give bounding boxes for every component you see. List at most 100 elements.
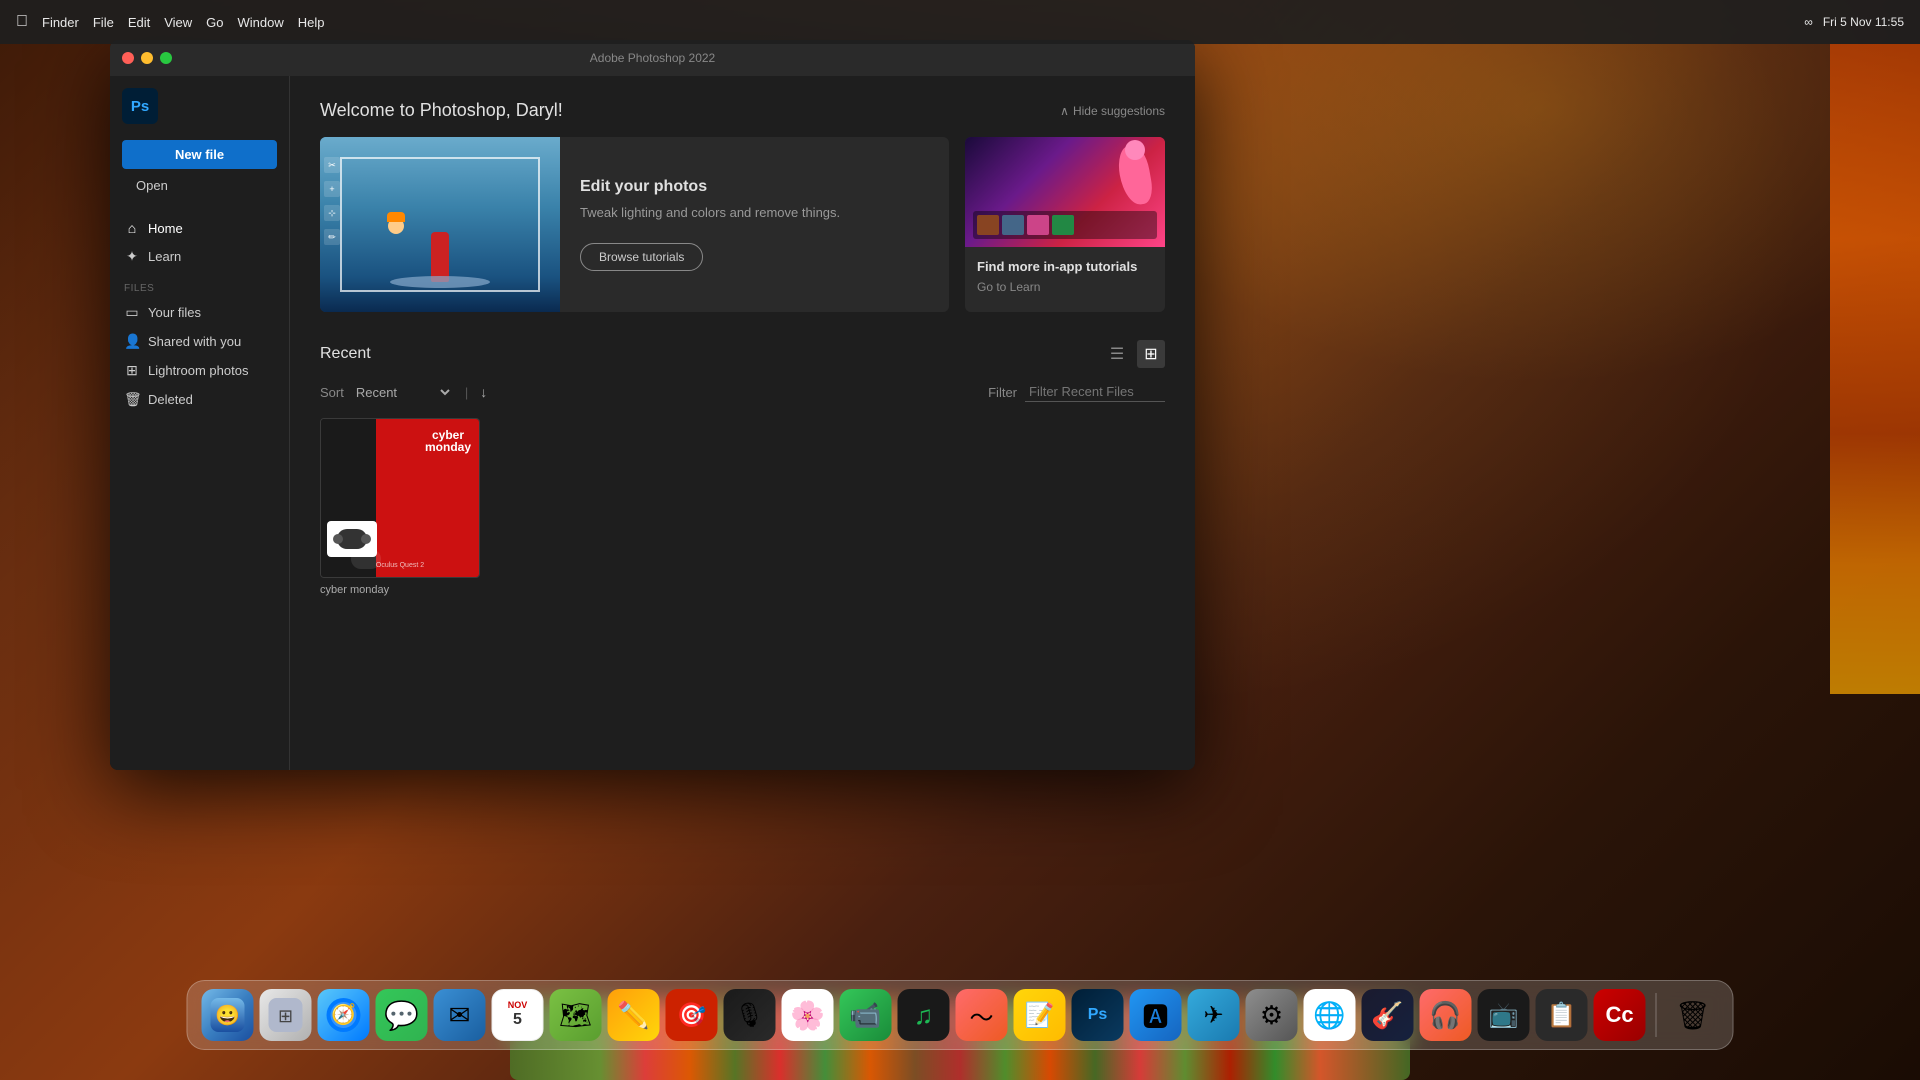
minimize-button[interactable] (141, 52, 153, 64)
sort-direction-button[interactable]: ↓ (480, 384, 487, 400)
dock-freeform[interactable]: ✏️ (608, 989, 660, 1041)
dock-photos[interactable]: 🌸 (782, 989, 834, 1041)
dock-tuner[interactable]: 🎙 (724, 989, 776, 1041)
facetime-icon: 📹 (849, 1000, 881, 1031)
lightroom-icon: ⊞ (124, 362, 140, 379)
wifi-icon: ∞ (1804, 15, 1813, 29)
filter-input[interactable] (1025, 382, 1165, 402)
sidebar-item-your-files[interactable]: ▭ Your files (110, 298, 289, 327)
menubar-help[interactable]: Help (298, 15, 325, 30)
freeform-icon: ✏️ (617, 1000, 649, 1031)
clipboard-icon: 📋 (1547, 1001, 1577, 1030)
dock-appstore[interactable]: 🅰 (1130, 989, 1182, 1041)
menubar-window[interactable]: Window (238, 15, 284, 30)
maximize-button[interactable] (160, 52, 172, 64)
dock-maps[interactable]: 🗺 (550, 989, 602, 1041)
tutorials-card-image (965, 137, 1165, 247)
tutorials-card[interactable]: Find more in-app tutorials Go to Learn (965, 137, 1165, 312)
dock-trash[interactable]: 🗑 (1667, 989, 1719, 1041)
dock-launchpad[interactable]: ⊞ (260, 989, 312, 1041)
close-button[interactable] (122, 52, 134, 64)
sort-bar: Sort Recent Name Date Modified | ↓ Filte… (320, 382, 1165, 402)
macos-menubar:  Finder File Edit View Go Window Help ∞… (0, 0, 1920, 44)
tool-icons: ✂ + ⊹ ✏ (324, 157, 340, 245)
menubar-right: ∞ Fri 5 Nov 11:55 (1804, 15, 1904, 29)
dock-capo[interactable]: 〜 (956, 989, 1008, 1041)
sort-select[interactable]: Recent Name Date Modified (352, 384, 453, 401)
recent-header: Recent ☰ ⊞ (320, 340, 1165, 368)
dock-photoshop[interactable]: Ps (1072, 989, 1124, 1041)
dock-headphone-app[interactable]: 🎧 (1420, 989, 1472, 1041)
dock-creative-cloud[interactable]: Cc (1594, 989, 1646, 1041)
dock-clipboard[interactable]: 📋 (1536, 989, 1588, 1041)
shared-icon: 👤 (124, 333, 140, 350)
sidebar-item-home[interactable]: ⌂ Home (110, 214, 289, 242)
menubar-go[interactable]: Go (206, 15, 223, 30)
card-text: Edit your photos Tweak lighting and colo… (560, 137, 860, 312)
mail-icon: ✉ (449, 1000, 471, 1031)
notes-icon: 📝 (1025, 1001, 1055, 1030)
filter-area: Filter (988, 382, 1165, 402)
home-icon: ⌂ (124, 220, 140, 236)
dock-mail[interactable]: ✉ (434, 989, 486, 1041)
dock-safari[interactable]: 🧭 (318, 989, 370, 1041)
view-toggle: ☰ ⊞ (1103, 340, 1165, 368)
launchpad-icon: ⊞ (269, 998, 303, 1032)
dock-finder[interactable]: 😀 (202, 989, 254, 1041)
go-to-learn-link[interactable]: Go to Learn (977, 280, 1153, 294)
sidebar-item-shared[interactable]: 👤 Shared with you (110, 327, 289, 356)
photos-icon: 🌸 (790, 999, 825, 1032)
dock-messages[interactable]: 💬 (376, 989, 428, 1041)
dock-chrome[interactable]: 🌐 (1304, 989, 1356, 1041)
dock-testflight[interactable]: ✈ (1188, 989, 1240, 1041)
card-desc: Tweak lighting and colors and remove thi… (580, 204, 840, 222)
welcome-header: Welcome to Photoshop, Daryl! ∧ Hide sugg… (320, 100, 1165, 121)
dock-red-icon[interactable]: 🎯 (666, 989, 718, 1041)
screen-record-icon: 📺 (1489, 1001, 1519, 1030)
recent-title: Recent (320, 345, 371, 363)
left-lens (333, 534, 343, 544)
menubar-view[interactable]: View (164, 15, 192, 30)
dock-spotify[interactable]: ♫ (898, 989, 950, 1041)
dock-facetime[interactable]: 📹 (840, 989, 892, 1041)
photoshop-window: Adobe Photoshop 2022 Ps New file Open ⌂ … (110, 40, 1195, 770)
sidebar-item-deleted[interactable]: 🗑 Deleted (110, 385, 289, 414)
menubar-finder[interactable]: Finder (42, 15, 79, 30)
chrome-icon: 🌐 (1313, 1000, 1345, 1031)
list-item[interactable]: cyber monday Oculus Quest 2 (320, 418, 480, 596)
svg-text:⊞: ⊞ (278, 1006, 293, 1026)
person-body (431, 232, 449, 282)
ps-logo: Ps (122, 88, 158, 124)
tool-icon-3: ⊹ (324, 205, 340, 221)
creative-cloud-icon: Cc (1605, 1002, 1633, 1028)
calendar-icon: NOV5 (508, 1001, 528, 1028)
learn-icon: ✦ (124, 248, 140, 265)
list-view-button[interactable]: ☰ (1103, 340, 1131, 368)
dock-garageband[interactable]: 🎸 (1362, 989, 1414, 1041)
thumb-3 (1027, 215, 1049, 235)
dock-calendar[interactable]: NOV5 (492, 989, 544, 1041)
svg-text:🧭: 🧭 (331, 1002, 356, 1026)
right-lens (361, 534, 371, 544)
new-file-button[interactable]: New file (122, 140, 277, 169)
filter-label: Filter (988, 385, 1017, 400)
open-button[interactable]: Open (122, 173, 277, 198)
grid-view-button[interactable]: ⊞ (1137, 340, 1165, 368)
ps-dock-icon: Ps (1088, 1006, 1108, 1024)
cyber-monday-text: cyber monday (425, 429, 471, 453)
menubar-edit[interactable]: Edit (128, 15, 150, 30)
edit-photos-card[interactable]: ✂ + ⊹ ✏ Edit your photos Tweak lighting … (320, 137, 949, 312)
menubar-file[interactable]: File (93, 15, 114, 30)
dock-notes[interactable]: 📝 (1014, 989, 1066, 1041)
flamingo-head (1125, 140, 1145, 160)
apple-menu[interactable]:  (16, 13, 28, 31)
sidebar-item-learn[interactable]: ✦ Learn (110, 242, 289, 271)
sidebar-item-lightroom[interactable]: ⊞ Lightroom photos (110, 356, 289, 385)
thumbnail-strip (973, 211, 1157, 239)
tool-icon-2: + (324, 181, 340, 197)
dock-screen-recorder[interactable]: 📺 (1478, 989, 1530, 1041)
headset-shape (337, 529, 367, 549)
hide-suggestions-button[interactable]: ∧ Hide suggestions (1060, 104, 1165, 118)
browse-tutorials-button[interactable]: Browse tutorials (580, 243, 703, 271)
dock-system-prefs[interactable]: ⚙ (1246, 989, 1298, 1041)
